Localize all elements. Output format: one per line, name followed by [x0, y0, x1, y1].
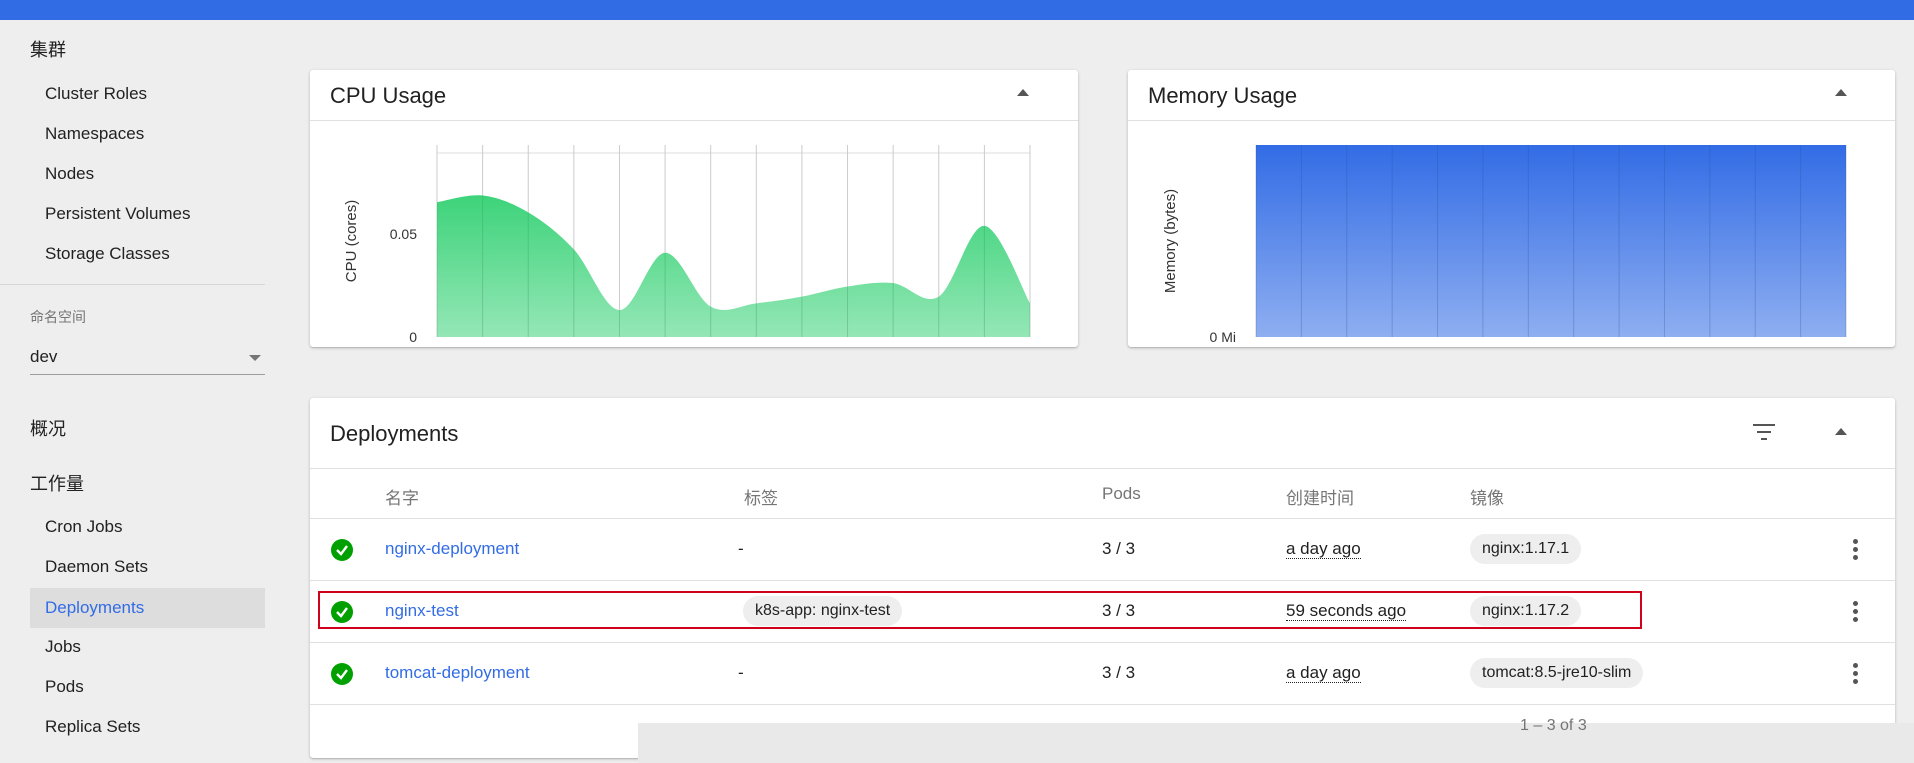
- namespace-select[interactable]: dev: [30, 345, 265, 375]
- more-vert-icon[interactable]: [1852, 663, 1858, 685]
- deployment-labels: -: [738, 663, 744, 682]
- memory-usage-chart: 01:0401:0501:0601:0701:0801:0901:1001:11…: [1162, 145, 1853, 346]
- nav-section-workloads[interactable]: 工作量: [30, 470, 84, 496]
- x-tick-label: 01:17: [1821, 344, 1852, 346]
- column-header-name[interactable]: 名字: [385, 484, 419, 509]
- y-tick-label: 0 Mi: [1210, 329, 1236, 345]
- sidebar-item-cron-jobs[interactable]: Cron Jobs: [30, 507, 265, 547]
- x-tick-label: 01:09: [1458, 344, 1489, 346]
- deployment-created: a day ago: [1286, 539, 1361, 559]
- table-row: nginx-deployment - 3 / 3 a day ago nginx…: [310, 519, 1895, 581]
- deployments-title: Deployments: [330, 421, 459, 446]
- x-tick-label: 01:17: [1005, 344, 1036, 346]
- memory-usage-card: Memory Usage 01:0401:0501:0601:0701:0801…: [1128, 70, 1895, 347]
- x-tick-label: 01:14: [1685, 344, 1716, 346]
- sidebar-item-nodes[interactable]: Nodes: [30, 154, 265, 194]
- sidebar-item-cluster-roles[interactable]: Cluster Roles: [30, 74, 265, 114]
- y-tick-label: 0: [409, 329, 417, 345]
- table-row: tomcat-deployment - 3 / 3 a day ago tomc…: [310, 643, 1895, 705]
- namespace-label: 命名空间: [30, 309, 86, 325]
- sidebar-divider: [0, 284, 265, 285]
- y-axis-label: CPU (cores): [343, 200, 360, 283]
- cpu-usage-chart: 01:0401:0501:0601:0701:0801:0901:1001:11…: [343, 145, 1037, 346]
- filter-icon[interactable]: [1753, 424, 1775, 440]
- x-tick-label: 01:11: [732, 344, 763, 346]
- top-bar: [0, 0, 1914, 20]
- more-vert-icon[interactable]: [1852, 601, 1858, 623]
- namespace-value: dev: [30, 347, 58, 366]
- sidebar-item-deployments[interactable]: Deployments: [30, 588, 265, 628]
- x-tick-label: 01:15: [1730, 344, 1761, 346]
- column-header-created[interactable]: 创建时间: [1286, 484, 1354, 509]
- sidebar-item-replica-sets[interactable]: Replica Sets: [30, 707, 265, 747]
- x-tick-label: 01:11: [1549, 344, 1580, 346]
- annotation-highlight-box: [318, 591, 1642, 629]
- series-area: [1256, 145, 1846, 337]
- collapse-icon[interactable]: [1835, 89, 1847, 96]
- deployments-card-header: Deployments: [310, 398, 1895, 469]
- x-tick-label: 01:06: [1322, 344, 1353, 346]
- x-tick-label: 01:16: [960, 344, 991, 346]
- cpu-usage-card: CPU Usage 01:0401:0501:0601:0701:0801:09…: [310, 70, 1078, 347]
- pagination-range: 1 – 3 of 3: [1520, 717, 1587, 734]
- collapse-icon[interactable]: [1835, 428, 1847, 435]
- cpu-card-header: CPU Usage: [310, 70, 1078, 121]
- deployment-name-link[interactable]: tomcat-deployment: [385, 663, 530, 683]
- cpu-card-title: CPU Usage: [330, 83, 447, 108]
- deployment-created: a day ago: [1286, 663, 1361, 683]
- image-chip: tomcat:8.5-jre10-slim: [1470, 658, 1644, 688]
- column-header-images: 镜像: [1470, 489, 1504, 508]
- pagination-bar: [638, 723, 1914, 763]
- deployments-card: Deployments 名字 标签 Pods 创建时间 镜像 nginx-dep…: [310, 398, 1895, 758]
- sidebar-item-persistent-volumes[interactable]: Persistent Volumes: [30, 194, 265, 234]
- x-tick-label: 01:05: [1277, 344, 1308, 346]
- sidebar-item-daemon-sets[interactable]: Daemon Sets: [30, 547, 265, 587]
- collapse-icon[interactable]: [1017, 89, 1029, 96]
- column-header-pods: Pods: [1102, 484, 1141, 503]
- sidebar-item-pods[interactable]: Pods: [30, 667, 265, 707]
- sidebar-item-namespaces[interactable]: Namespaces: [30, 114, 265, 154]
- x-tick-label: 01:07: [549, 344, 580, 346]
- x-tick-label: 01:14: [868, 344, 899, 346]
- y-axis-label: Memory (bytes): [1162, 189, 1179, 293]
- deployment-labels: -: [738, 539, 744, 558]
- x-tick-label: 01:10: [686, 344, 717, 346]
- x-tick-label: 01:13: [1640, 344, 1671, 346]
- x-tick-label: 01:08: [595, 344, 626, 346]
- nav-section-cluster: 集群: [30, 40, 66, 60]
- x-tick-label: 01:16: [1776, 344, 1807, 346]
- x-tick-label: 01:08: [1413, 344, 1444, 346]
- deployment-pods: 3 / 3: [1102, 539, 1136, 558]
- x-tick-label: 01:12: [1594, 344, 1625, 346]
- table-header: 名字 标签 Pods 创建时间 镜像: [310, 468, 1895, 519]
- check-circle-icon: [331, 663, 353, 685]
- memory-card-header: Memory Usage: [1128, 70, 1895, 121]
- deployment-pods: 3 / 3: [1102, 663, 1136, 682]
- sidebar-item-jobs[interactable]: Jobs: [30, 627, 265, 667]
- x-tick-label: 01:07: [1367, 344, 1398, 346]
- chevron-down-icon: [249, 355, 261, 361]
- x-tick-label: 01:10: [1504, 344, 1535, 346]
- deployment-name-link[interactable]: nginx-deployment: [385, 539, 519, 559]
- y-tick-label: 0.05: [390, 226, 417, 242]
- column-header-labels: 标签: [744, 489, 778, 508]
- image-chip: nginx:1.17.1: [1470, 534, 1582, 564]
- x-tick-label: 01:12: [777, 344, 808, 346]
- check-circle-icon: [331, 539, 353, 561]
- x-tick-label: 01:06: [503, 344, 534, 346]
- more-vert-icon[interactable]: [1852, 539, 1858, 561]
- sidebar-item-storage-classes[interactable]: Storage Classes: [30, 234, 265, 274]
- x-tick-label: 01:05: [458, 344, 489, 346]
- x-tick-label: 01:13: [823, 344, 854, 346]
- memory-card-title: Memory Usage: [1148, 83, 1298, 108]
- x-tick-label: 01:15: [914, 344, 945, 346]
- series-area: [437, 195, 1030, 337]
- x-tick-label: 01:09: [640, 344, 671, 346]
- nav-overview[interactable]: 概况: [30, 415, 66, 441]
